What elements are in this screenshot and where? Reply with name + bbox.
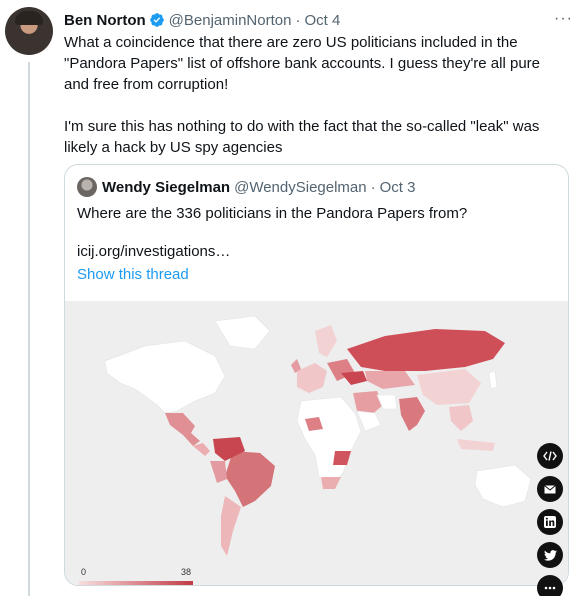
map-region-east-africa <box>333 451 351 465</box>
author-avatar[interactable] <box>5 7 53 55</box>
quote-author-avatar[interactable] <box>77 177 97 197</box>
map-region-southeast-asia <box>449 405 473 431</box>
tweet-text-paragraph-1: What a coincidence that there are zero U… <box>64 34 541 93</box>
map-region-australia <box>474 464 532 508</box>
separator-dot: · <box>295 11 301 29</box>
map-region-china <box>417 369 481 405</box>
legend-max-label: 38 <box>181 567 192 577</box>
map-region-central-america <box>193 443 210 456</box>
author-handle[interactable]: @BenjaminNorton <box>169 12 292 29</box>
quote-link[interactable]: icij.org/investigations… <box>77 243 230 260</box>
quote-text: Where are the 336 politicians in the Pan… <box>77 205 468 222</box>
email-icon[interactable] <box>537 476 563 502</box>
quote-date[interactable]: Oct 3 <box>380 179 416 196</box>
legend-gradient-bar <box>79 581 193 585</box>
map-region-south-africa <box>321 477 341 489</box>
legend-min-label: 0 <box>81 567 87 577</box>
quote-author-name[interactable]: Wendy Siegelman <box>102 179 230 196</box>
embed-code-icon[interactable] <box>537 443 563 469</box>
map-region-argentina-chile <box>221 496 241 556</box>
map-region-greenland <box>214 315 271 350</box>
map-region-scandinavia <box>315 325 337 357</box>
map-region-ukraine <box>341 371 367 385</box>
map-region-africa <box>296 396 362 488</box>
verified-badge-icon <box>149 12 165 28</box>
map-region-indonesia <box>457 439 495 451</box>
author-name[interactable]: Ben Norton <box>64 12 146 29</box>
more-options-icon[interactable]: ··· <box>554 10 573 28</box>
tweet-date[interactable]: Oct 4 <box>304 12 340 29</box>
map-region-peru <box>210 461 227 483</box>
tweet-header: Ben Norton @BenjaminNorton · Oct 4 ··· <box>64 10 573 30</box>
linkedin-icon[interactable] <box>537 509 563 535</box>
tweet-text-paragraph-2: I'm sure this has nothing to do with the… <box>64 118 540 156</box>
world-map-svg <box>104 315 532 556</box>
more-share-icon[interactable] <box>537 575 563 596</box>
map-region-arabia <box>356 410 382 432</box>
quoted-tweet[interactable]: Wendy Siegelman @WendySiegelman · Oct 3 … <box>64 164 569 586</box>
map-region-western-europe <box>297 363 327 393</box>
world-map-image[interactable]: 0 38 <box>65 301 568 585</box>
map-region-brazil <box>225 451 275 507</box>
tweet-text: What a coincidence that there are zero U… <box>64 32 564 158</box>
twitter-icon[interactable] <box>537 542 563 568</box>
thread-line <box>28 62 30 596</box>
quote-author-handle[interactable]: @WendySiegelman <box>234 179 367 196</box>
map-region-russia <box>347 329 505 371</box>
map-region-japan <box>488 370 498 390</box>
map-region-kazakhstan <box>365 371 415 389</box>
map-region-mexico <box>165 413 200 446</box>
map-region-north-america <box>104 340 226 414</box>
quote-header: Wendy Siegelman @WendySiegelman · Oct 3 <box>77 177 415 197</box>
avatar-cap <box>15 11 43 25</box>
map-legend: 0 38 <box>79 567 199 585</box>
show-thread-link[interactable]: Show this thread <box>77 266 189 283</box>
quote-separator-dot: · <box>370 178 376 196</box>
map-region-india <box>399 397 425 431</box>
